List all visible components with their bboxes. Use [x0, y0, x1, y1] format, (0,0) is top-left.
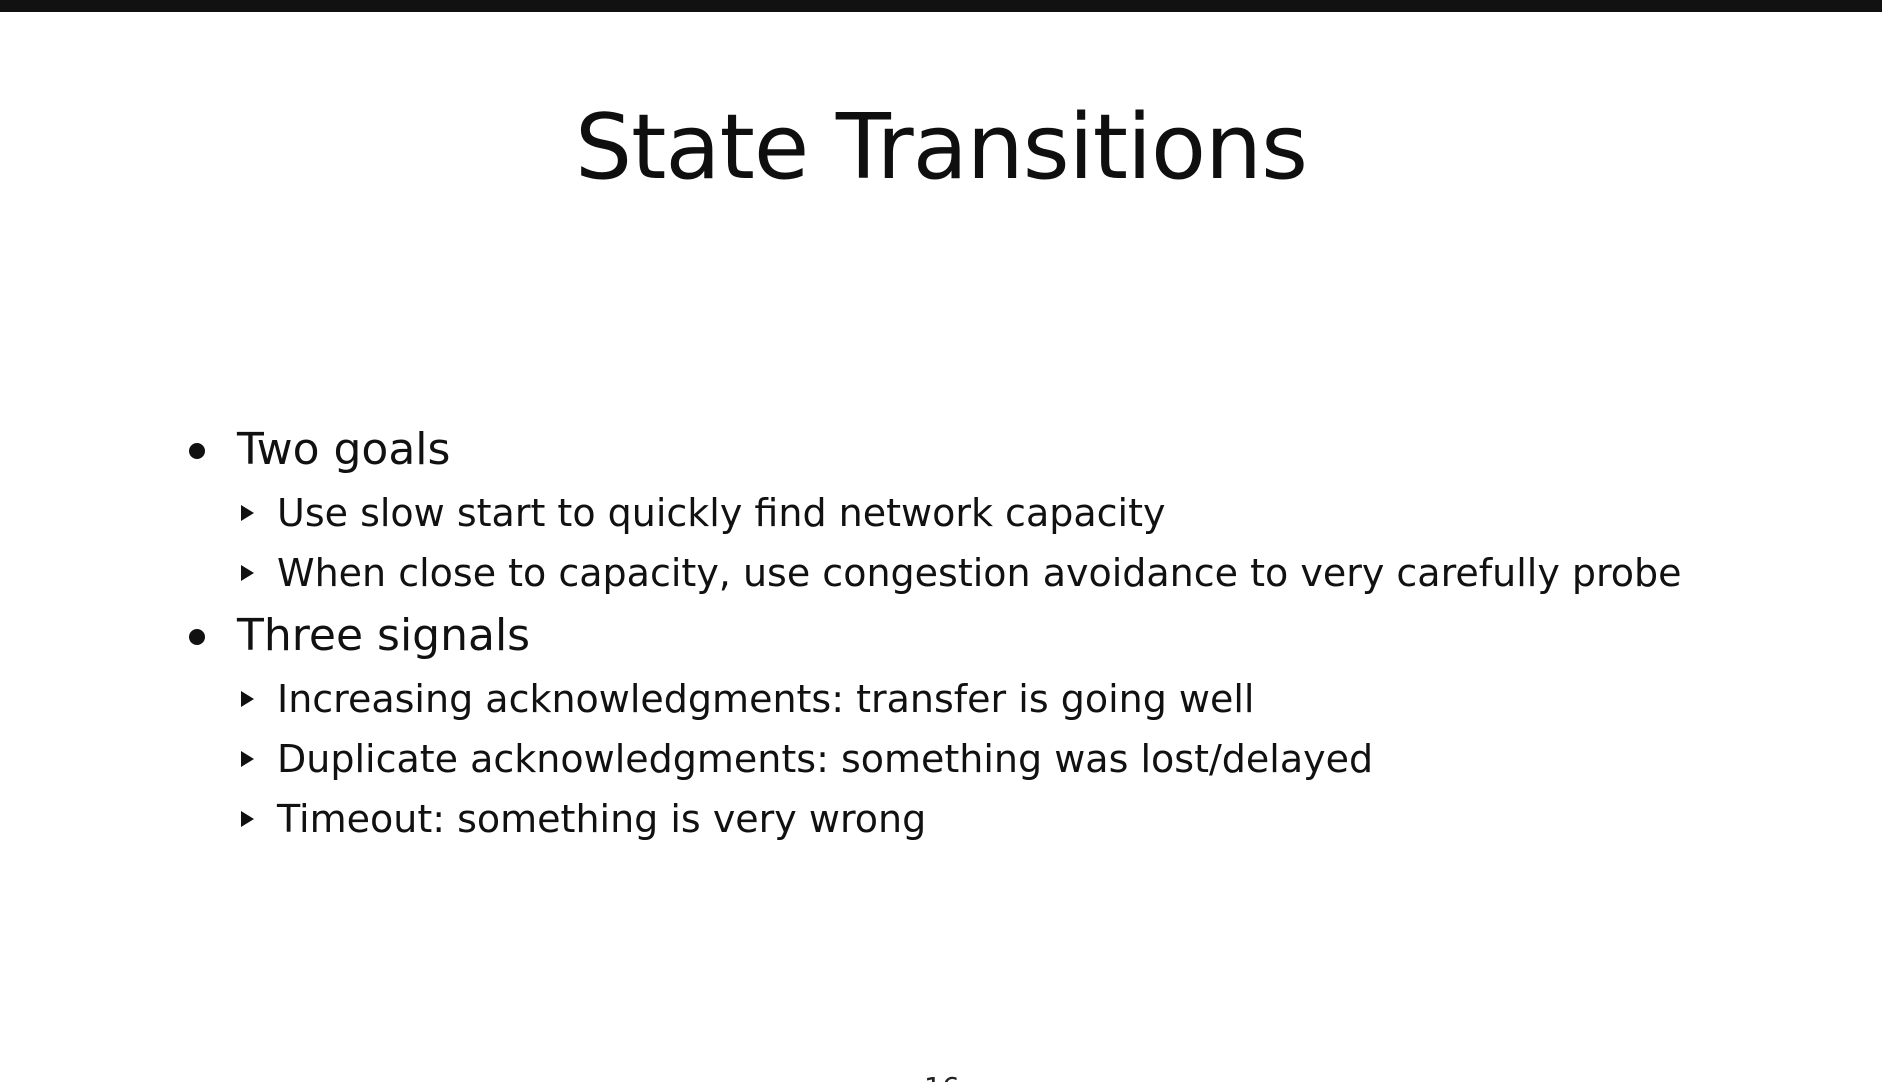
- bullet-text: Two goals: [237, 424, 451, 475]
- bullet-item: Two goals: [185, 417, 1785, 483]
- triangle-bullet-icon: [241, 691, 254, 707]
- slide: State Transitions Two goals Use slow sta…: [0, 12, 1882, 1082]
- page-number: 16: [924, 1068, 960, 1082]
- slide-title: State Transitions: [575, 95, 1308, 200]
- sub-bullet-text: Timeout: something is very wrong: [277, 797, 927, 841]
- triangle-bullet-icon: [241, 751, 254, 767]
- bullet-item: Three signals: [185, 603, 1785, 669]
- sub-bullet-list: Increasing acknowledgments: transfer is …: [185, 669, 1785, 849]
- window-top-bar: [0, 0, 1882, 12]
- sub-bullet-text: When close to capacity, use congestion a…: [277, 551, 1682, 595]
- sub-bullet-item: Use slow start to quickly find network c…: [185, 483, 1785, 543]
- sub-bullet-item: When close to capacity, use congestion a…: [185, 543, 1785, 603]
- sub-bullet-item: Timeout: something is very wrong: [185, 789, 1785, 849]
- triangle-bullet-icon: [241, 565, 254, 581]
- sub-bullet-text: Duplicate acknowledgments: something was…: [277, 737, 1374, 781]
- sub-bullet-group: Use slow start to quickly find network c…: [185, 483, 1785, 603]
- sub-bullet-item: Duplicate acknowledgments: something was…: [185, 729, 1785, 789]
- bullet-text: Three signals: [237, 610, 531, 661]
- bullet-dot-icon: [189, 443, 205, 459]
- sub-bullet-list: Use slow start to quickly find network c…: [185, 483, 1785, 603]
- footer-course-label: CS144, Stanford University: [0, 1074, 372, 1082]
- triangle-bullet-icon: [241, 811, 254, 827]
- bullet-list: Two goals Use slow start to quickly find…: [185, 417, 1785, 849]
- bullet-dot-icon: [189, 629, 205, 645]
- sub-bullet-item: Increasing acknowledgments: transfer is …: [185, 669, 1785, 729]
- sub-bullet-text: Increasing acknowledgments: transfer is …: [277, 677, 1255, 721]
- triangle-bullet-icon: [241, 505, 254, 521]
- sub-bullet-group: Increasing acknowledgments: transfer is …: [185, 669, 1785, 849]
- sub-bullet-text: Use slow start to quickly find network c…: [277, 491, 1166, 535]
